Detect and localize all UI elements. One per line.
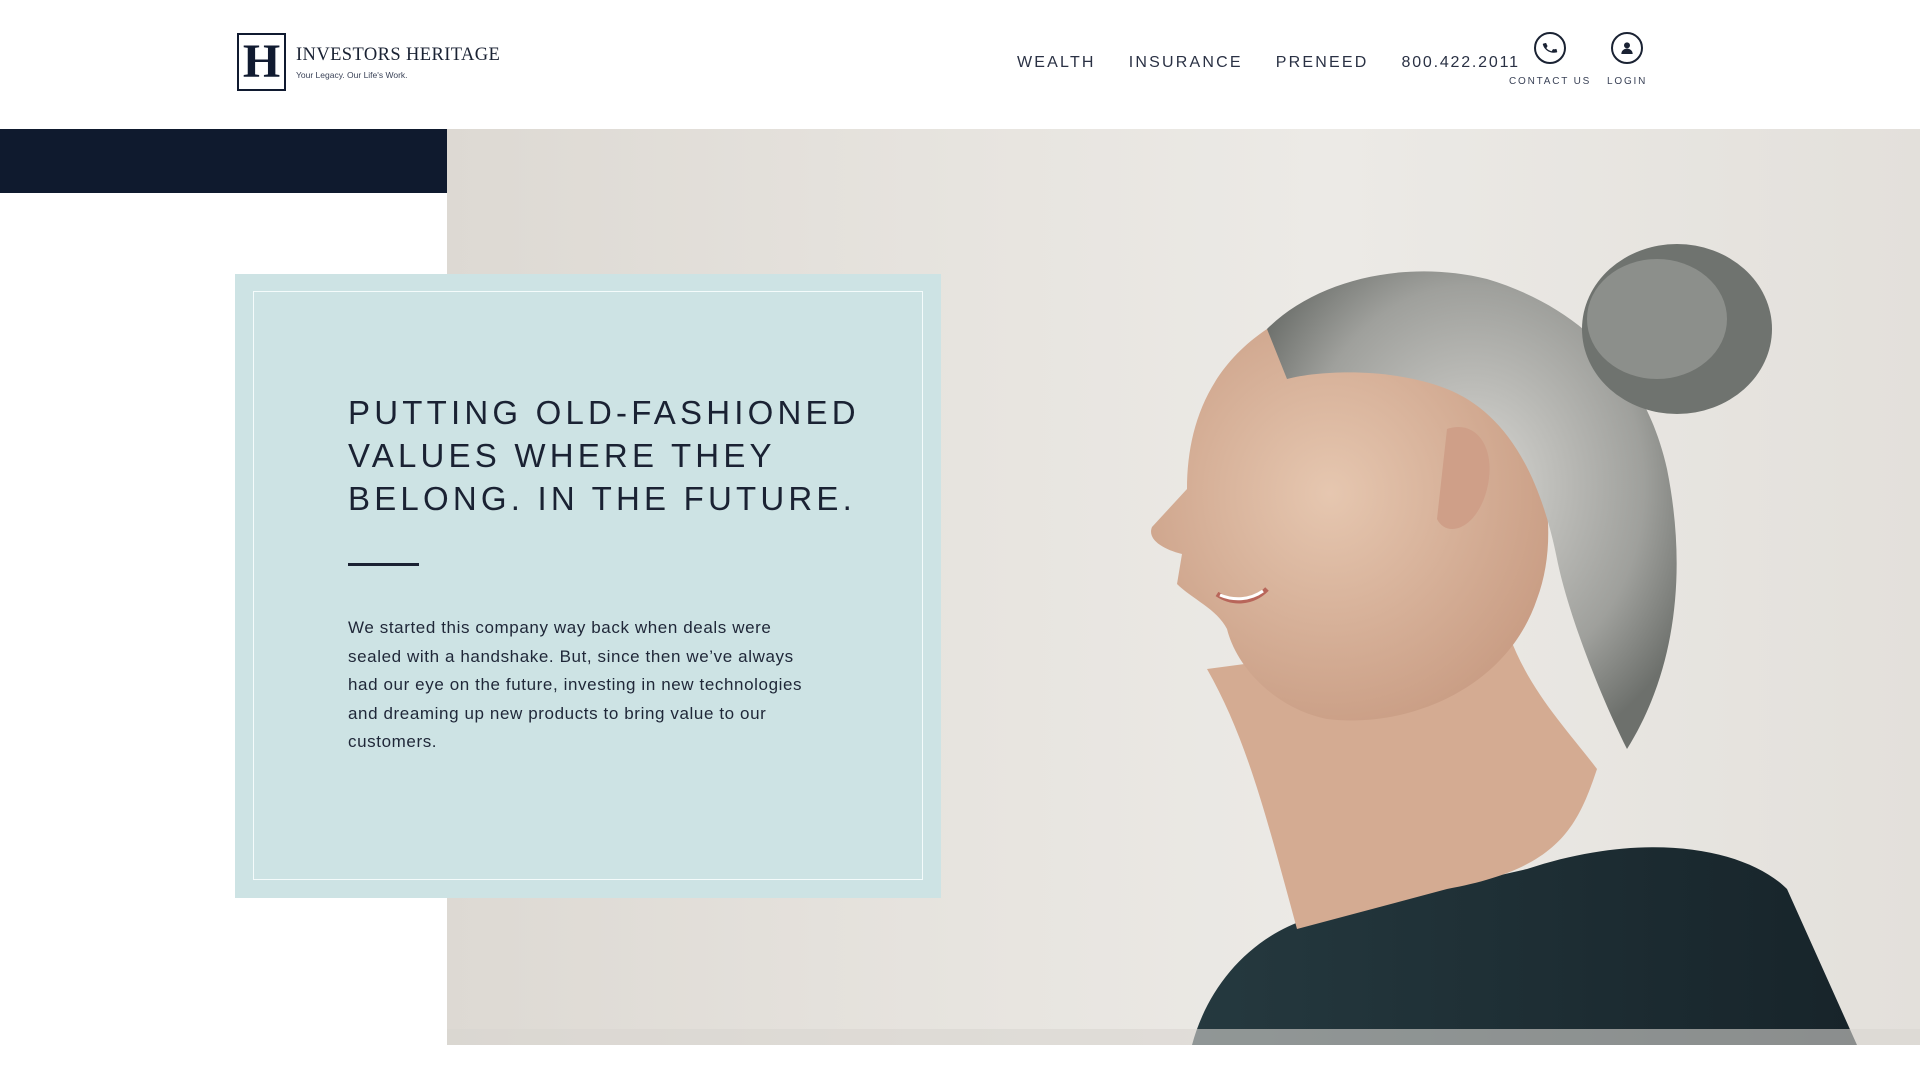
login-label: LOGIN bbox=[1607, 76, 1648, 87]
brand-tagline: Your Legacy. Our Life's Work. bbox=[296, 69, 408, 80]
hero-headline: PUTTING OLD-FASHIONED VALUES WHERE THEY … bbox=[348, 394, 860, 517]
nav-item-insurance[interactable]: INSURANCE bbox=[1129, 54, 1243, 72]
logo-mark: H bbox=[237, 33, 286, 91]
brand-name: INVESTORS HERITAGE bbox=[296, 44, 501, 65]
user-icon bbox=[1611, 32, 1644, 64]
headline-divider bbox=[348, 563, 419, 566]
hero-content-card: PUTTING OLD-FASHIONED VALUES WHERE THEY … bbox=[235, 274, 941, 898]
contact-us-label: CONTACT US bbox=[1509, 76, 1592, 87]
logo-link[interactable]: H INVESTORS HERITAGE Your Legacy. Our Li… bbox=[237, 33, 500, 91]
login-button[interactable]: LOGIN bbox=[1607, 32, 1647, 87]
contact-us-button[interactable]: CONTACT US bbox=[1509, 32, 1591, 87]
navy-accent-bar bbox=[0, 129, 447, 193]
nav-item-preneed[interactable]: PRENEED bbox=[1276, 54, 1369, 72]
phone-link[interactable]: 800.422.2011 bbox=[1402, 54, 1520, 72]
site-header: H INVESTORS HERITAGE Your Legacy. Our Li… bbox=[0, 0, 1920, 129]
nav-item-wealth[interactable]: WEALTH bbox=[1017, 54, 1096, 72]
phone-icon bbox=[1534, 32, 1567, 64]
hero-body-copy: We started this company way back when de… bbox=[348, 618, 803, 751]
logo-text: INVESTORS HERITAGE Your Legacy. Our Life… bbox=[296, 45, 500, 80]
card-frame bbox=[253, 291, 923, 880]
main-nav: WEALTH INSURANCE PRENEED 800.422.2011 bbox=[1017, 54, 1520, 72]
